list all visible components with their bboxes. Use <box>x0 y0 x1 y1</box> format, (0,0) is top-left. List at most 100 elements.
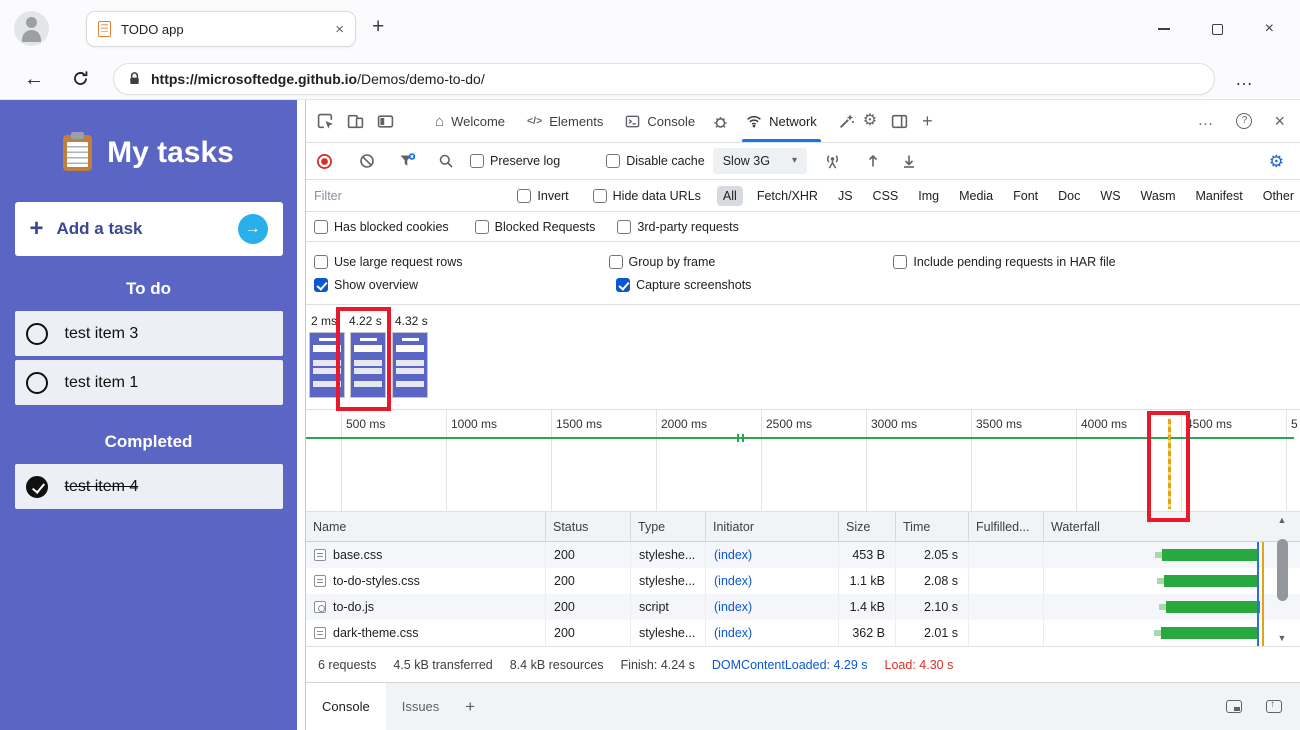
devtools-more-options-icon[interactable] <box>1197 113 1214 129</box>
task-item-completed[interactable]: test item 4 <box>15 464 283 509</box>
initiator-link[interactable]: (index) <box>714 548 752 562</box>
filter-type-other[interactable]: Other <box>1257 186 1300 206</box>
tab-elements[interactable]: Elements <box>516 100 614 142</box>
export-har-icon[interactable] <box>901 153 917 169</box>
filter-funnel-icon[interactable] <box>399 153 416 169</box>
use-large-request-rows-checkbox[interactable]: Use large request rows <box>314 255 463 269</box>
filmstrip-thumbnail[interactable] <box>392 332 428 398</box>
help-icon[interactable] <box>1236 113 1252 129</box>
tab-console[interactable]: Console <box>614 100 706 142</box>
blocked-requests-checkbox[interactable]: Blocked Requests <box>475 220 596 234</box>
address-bar[interactable]: https://microsoftedge.github.io/Demos/de… <box>113 63 1215 95</box>
column-header-type[interactable]: Type <box>631 512 706 541</box>
third-party-requests-checkbox[interactable]: 3rd-party requests <box>617 220 738 234</box>
search-icon[interactable] <box>438 153 454 169</box>
add-tool-button[interactable] <box>922 112 933 130</box>
filter-type-ws[interactable]: WS <box>1094 186 1126 206</box>
maximize-button[interactable] <box>1212 24 1223 35</box>
filter-type-js[interactable]: JS <box>832 186 859 206</box>
hide-data-urls-checkbox[interactable]: Hide data URLs <box>593 189 701 203</box>
task-checkbox[interactable] <box>26 372 48 394</box>
drawer-add-tab-button[interactable] <box>465 698 475 715</box>
minimize-button[interactable] <box>1158 28 1170 30</box>
task-checkbox-checked[interactable] <box>26 476 48 498</box>
scrollbar-down-icon[interactable] <box>1278 634 1287 643</box>
record-network-log-button[interactable] <box>316 153 333 170</box>
request-row[interactable]: dark-theme.css 200 styleshe... (index) 3… <box>306 620 1300 646</box>
activity-bar-icon[interactable] <box>377 113 394 130</box>
devtools-close-icon[interactable] <box>1274 112 1285 130</box>
column-header-time[interactable]: Time <box>896 512 969 541</box>
filter-type-img[interactable]: Img <box>912 186 945 206</box>
disable-cache-checkbox[interactable]: Disable cache <box>606 154 705 168</box>
drawer-tools-icon[interactable] <box>1226 700 1242 713</box>
performance-wand-icon[interactable] <box>838 113 855 130</box>
layout-panel-icon[interactable] <box>891 113 908 130</box>
device-emulation-icon[interactable] <box>347 113 364 130</box>
include-har-checkbox[interactable]: Include pending requests in HAR file <box>893 255 1115 269</box>
tab-network[interactable]: Network <box>735 100 828 142</box>
network-settings-gear-icon[interactable] <box>1269 153 1284 170</box>
column-header-name[interactable]: Name <box>306 512 546 541</box>
throttling-value: Slow 3G <box>723 154 770 168</box>
scrollbar-thumb[interactable] <box>1277 539 1288 601</box>
new-tab-button[interactable] <box>372 16 384 37</box>
drawer-tab-console[interactable]: Console <box>306 683 386 730</box>
filter-input[interactable] <box>314 189 501 203</box>
has-blocked-cookies-checkbox[interactable]: Has blocked cookies <box>314 220 449 234</box>
back-button[interactable] <box>24 69 44 89</box>
title-bar: TODO app <box>0 0 1300 58</box>
show-overview-checkbox[interactable]: Show overview <box>314 278 418 292</box>
initiator-link[interactable]: (index) <box>714 574 752 588</box>
request-time: 2.08 s <box>896 568 969 594</box>
profile-avatar[interactable] <box>14 11 49 46</box>
filter-type-doc[interactable]: Doc <box>1052 186 1086 206</box>
throttling-dropdown[interactable]: Slow 3G <box>713 148 807 174</box>
add-task-card[interactable]: Add a task <box>15 202 283 256</box>
checkbox-box <box>617 220 631 234</box>
preserve-log-checkbox[interactable]: Preserve log <box>470 154 560 168</box>
table-scrollbar[interactable] <box>1274 516 1290 643</box>
tab-close-icon[interactable] <box>335 22 344 37</box>
request-row[interactable]: to-do-styles.css 200 styleshe... (index)… <box>306 568 1300 594</box>
request-row[interactable]: to-do.js 200 script (index) 1.4 kB 2.10 … <box>306 594 1300 620</box>
browser-tab[interactable]: TODO app <box>86 11 356 47</box>
network-conditions-icon[interactable] <box>824 153 841 170</box>
filter-type-fetch-xhr[interactable]: Fetch/XHR <box>751 186 824 206</box>
invert-checkbox[interactable]: Invert <box>517 189 568 203</box>
filter-type-font[interactable]: Font <box>1007 186 1044 206</box>
column-header-initiator[interactable]: Initiator <box>706 512 839 541</box>
overview-gridline <box>656 410 657 511</box>
group-by-frame-checkbox[interactable]: Group by frame <box>609 255 716 269</box>
task-item[interactable]: test item 3 <box>15 311 283 356</box>
column-header-size[interactable]: Size <box>839 512 896 541</box>
column-header-status[interactable]: Status <box>546 512 631 541</box>
capture-screenshots-checkbox[interactable]: Capture screenshots <box>616 278 751 292</box>
filter-type-all[interactable]: All <box>717 186 743 206</box>
task-item[interactable]: test item 1 <box>15 360 283 405</box>
task-checkbox[interactable] <box>26 323 48 345</box>
issues-bug-icon[interactable] <box>712 113 729 130</box>
window-close-button[interactable] <box>1265 21 1274 37</box>
initiator-link[interactable]: (index) <box>714 600 752 614</box>
import-har-icon[interactable] <box>865 153 881 169</box>
filter-type-manifest[interactable]: Manifest <box>1189 186 1248 206</box>
add-task-label: Add a task <box>57 219 238 239</box>
expand-drawer-icon[interactable] <box>1266 700 1282 713</box>
drawer-tab-issues[interactable]: Issues <box>386 683 456 730</box>
refresh-button[interactable] <box>72 70 89 87</box>
column-header-fulfilled[interactable]: Fulfilled... <box>969 512 1044 541</box>
browser-menu-button[interactable] <box>1235 70 1254 88</box>
filter-type-css[interactable]: CSS <box>867 186 905 206</box>
initiator-link[interactable]: (index) <box>714 626 752 640</box>
settings-gear-icon[interactable] <box>863 113 877 129</box>
scrollbar-up-icon[interactable] <box>1278 516 1287 525</box>
submit-task-button[interactable] <box>238 214 268 244</box>
filter-type-media[interactable]: Media <box>953 186 999 206</box>
filter-type-wasm[interactable]: Wasm <box>1135 186 1182 206</box>
request-time: 2.10 s <box>896 594 969 620</box>
tab-welcome[interactable]: Welcome <box>424 100 516 142</box>
inspect-element-icon[interactable] <box>317 113 334 130</box>
request-row[interactable]: base.css 200 styleshe... (index) 453 B 2… <box>306 542 1300 568</box>
clear-network-log-button[interactable] <box>359 153 375 169</box>
